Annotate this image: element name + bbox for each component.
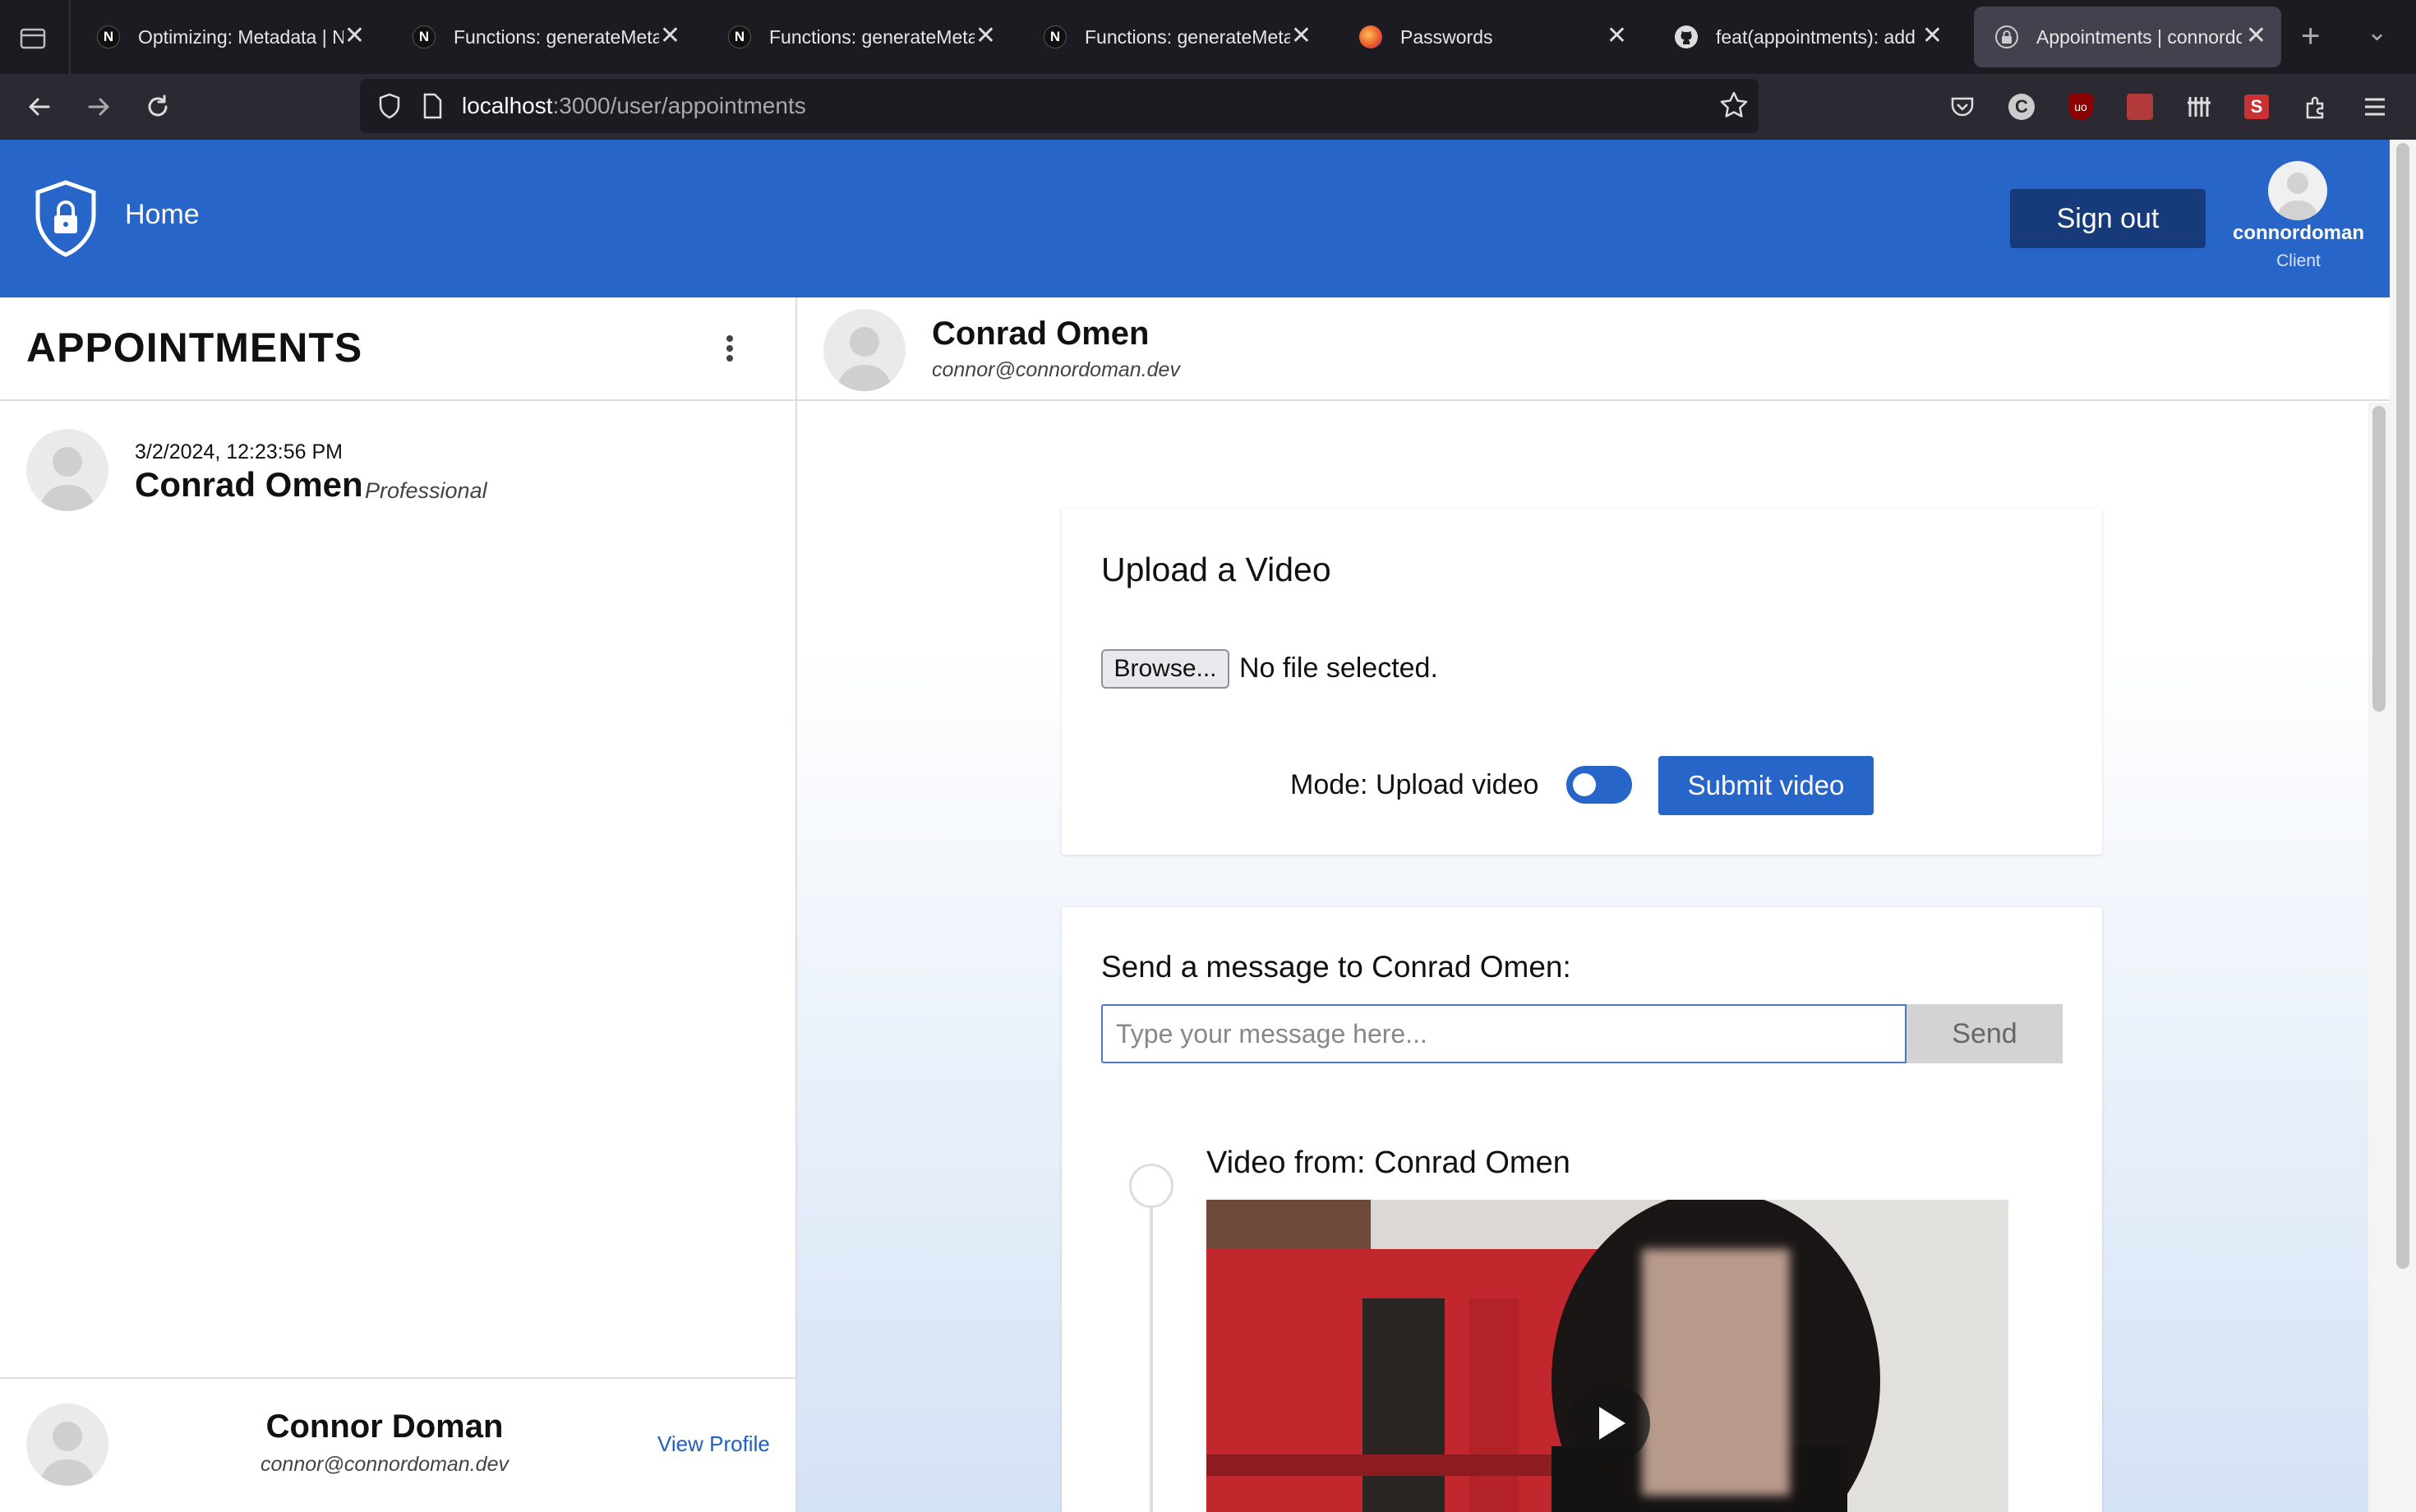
browser-tab[interactable]: N Functions: generateMetadata ✕	[707, 7, 1011, 67]
page-scrollbar-thumb[interactable]	[2396, 143, 2409, 1269]
user-avatar[interactable]	[2268, 161, 2327, 220]
shield-lock-logo-icon[interactable]	[31, 179, 100, 258]
tab-separator	[69, 0, 71, 74]
avatar	[26, 1404, 108, 1486]
home-link[interactable]: Home	[125, 199, 200, 231]
appointment-name: Conrad Omen	[135, 465, 363, 504]
view-profile-link[interactable]: View Profile	[657, 1431, 770, 1457]
more-options-icon[interactable]	[713, 332, 746, 365]
nextjs-favicon-icon: N	[728, 25, 751, 48]
upload-card-title: Upload a Video	[1101, 551, 1331, 588]
conversation-header: Conrad Omen connor@connordoman.dev	[797, 297, 2390, 401]
forward-arrow-icon[interactable]	[76, 84, 122, 130]
avatar	[823, 309, 906, 391]
github-favicon-icon	[1675, 25, 1698, 48]
user-role-label: Client	[2276, 251, 2321, 270]
close-tab-icon[interactable]: ✕	[1922, 21, 1943, 51]
submit-video-button[interactable]: Submit video	[1658, 756, 1874, 815]
back-arrow-icon[interactable]	[16, 84, 62, 130]
sidebar-footer: Connor Doman connor@connordoman.dev View…	[0, 1377, 795, 1512]
nextjs-favicon-icon: N	[97, 25, 120, 48]
tab-title: Optimizing: Metadata | Next.js	[138, 25, 343, 48]
lock-favicon-icon	[1995, 25, 2018, 48]
tab-title: feat(appointments): add a	[1716, 25, 1921, 48]
extension-c-icon[interactable]: C	[2003, 89, 2040, 125]
close-tab-icon[interactable]: ✕	[660, 21, 680, 51]
appointment-role: Professional	[365, 478, 487, 503]
close-tab-icon[interactable]: ✕	[1291, 21, 1312, 51]
browser-tab[interactable]: Passwords ✕	[1338, 7, 1642, 67]
appointment-date: 3/2/2024, 12:23:56 PM	[135, 440, 343, 463]
extension-red-icon[interactable]	[2122, 89, 2158, 125]
contact-email: connor@connordoman.dev	[932, 358, 1180, 381]
nextjs-favicon-icon: N	[413, 25, 436, 48]
tab-list-icon[interactable]	[16, 21, 49, 53]
browser-tab[interactable]: N Optimizing: Metadata | Next.js ✕	[76, 7, 380, 67]
browser-tab[interactable]: N Functions: generateMetadata ✕	[1022, 7, 1326, 67]
close-tab-icon[interactable]: ✕	[344, 21, 365, 51]
video-player[interactable]	[1206, 1200, 2008, 1512]
current-user-name: Connor Doman	[265, 1408, 504, 1445]
appointments-sidebar: APPOINTMENTS 3/2/2024, 12:23:56 PM Conra…	[0, 297, 797, 1512]
close-tab-icon[interactable]: ✕	[2246, 21, 2266, 51]
extension-s-icon[interactable]: S	[2238, 89, 2275, 125]
tab-title: Functions: generateMetadata	[454, 25, 659, 48]
contact-name: Conrad Omen	[932, 316, 1150, 352]
close-tab-icon[interactable]: ✕	[975, 21, 996, 51]
conversation-scrollbar[interactable]	[2368, 403, 2390, 1512]
ublock-icon[interactable]: uo	[2063, 89, 2099, 125]
avatar	[26, 429, 108, 511]
new-tab-icon[interactable]: +	[2301, 18, 2320, 55]
appointment-list-item[interactable]: 3/2/2024, 12:23:56 PM Conrad Omen Profes…	[0, 401, 795, 511]
video-thumbnail	[1206, 1200, 2008, 1512]
tab-title: Passwords	[1400, 25, 1493, 48]
timeline-dot	[1129, 1164, 1173, 1208]
toggle-knob	[1573, 773, 1596, 796]
current-user-email: connor@connordoman.dev	[261, 1453, 509, 1476]
extension-bars-icon[interactable]	[2181, 89, 2217, 125]
page-icon	[421, 92, 444, 124]
browser-tab[interactable]: N Functions: generateMetadata ✕	[391, 7, 695, 67]
tab-title: Functions: generateMetadata	[1085, 25, 1290, 48]
close-tab-icon[interactable]: ✕	[1607, 21, 1627, 51]
bookmark-star-icon[interactable]	[1719, 90, 1749, 124]
timeline-line	[1150, 1208, 1153, 1512]
upload-video-card: Upload a Video Browse... No file selecte…	[1062, 508, 2102, 855]
firefox-favicon-icon	[1359, 25, 1382, 48]
nextjs-favicon-icon: N	[1044, 25, 1067, 48]
file-status-text: No file selected.	[1239, 652, 1438, 684]
hamburger-menu-icon[interactable]	[2357, 89, 2393, 125]
tab-title: Appointments | connordoman	[2036, 25, 2242, 48]
url-text[interactable]: localhost:3000/user/appointments	[462, 79, 806, 133]
app-header: Home Sign out connordoman Client	[0, 140, 2390, 297]
page-scrollbar[interactable]	[2390, 140, 2416, 1512]
url-host: localhost	[462, 93, 553, 118]
browse-file-button[interactable]: Browse...	[1101, 649, 1229, 689]
reload-icon[interactable]	[135, 84, 181, 130]
sidebar-header: APPOINTMENTS	[0, 297, 795, 401]
url-path: :3000/user/appointments	[552, 93, 806, 118]
sidebar-title: APPOINTMENTS	[26, 325, 363, 371]
sign-out-button[interactable]: Sign out	[2010, 189, 2206, 248]
mode-toggle[interactable]	[1566, 766, 1632, 804]
extensions-puzzle-icon[interactable]	[2298, 89, 2334, 125]
message-label: Send a message to Conrad Omen:	[1101, 950, 1571, 984]
message-card: Send a message to Conrad Omen: Send Vide…	[1062, 907, 2102, 1512]
tab-title: Functions: generateMetadata	[769, 25, 975, 48]
timeline-item-title: Video from: Conrad Omen	[1206, 1146, 1570, 1180]
message-input[interactable]	[1101, 1004, 1907, 1063]
chevron-down-icon[interactable]: ⌄	[2367, 18, 2387, 47]
browser-nav-bar: localhost:3000/user/appointments C uo S	[0, 74, 2416, 140]
browser-tab-bar: N Optimizing: Metadata | Next.js ✕ N Fun…	[0, 0, 2416, 74]
mode-label: Mode: Upload video	[1290, 769, 1539, 800]
shield-icon[interactable]	[376, 92, 403, 124]
url-bar[interactable]: localhost:3000/user/appointments	[360, 79, 1759, 133]
browser-tab[interactable]: feat(appointments): add a ✕	[1653, 7, 1957, 67]
conversation-scrollbar-thumb[interactable]	[2372, 406, 2386, 712]
send-button[interactable]: Send	[1907, 1004, 2063, 1063]
pocket-icon[interactable]	[1944, 89, 1980, 125]
browser-tab-active[interactable]: Appointments | connordoman ✕	[1974, 7, 2281, 67]
username-label: connordoman	[2233, 222, 2364, 244]
